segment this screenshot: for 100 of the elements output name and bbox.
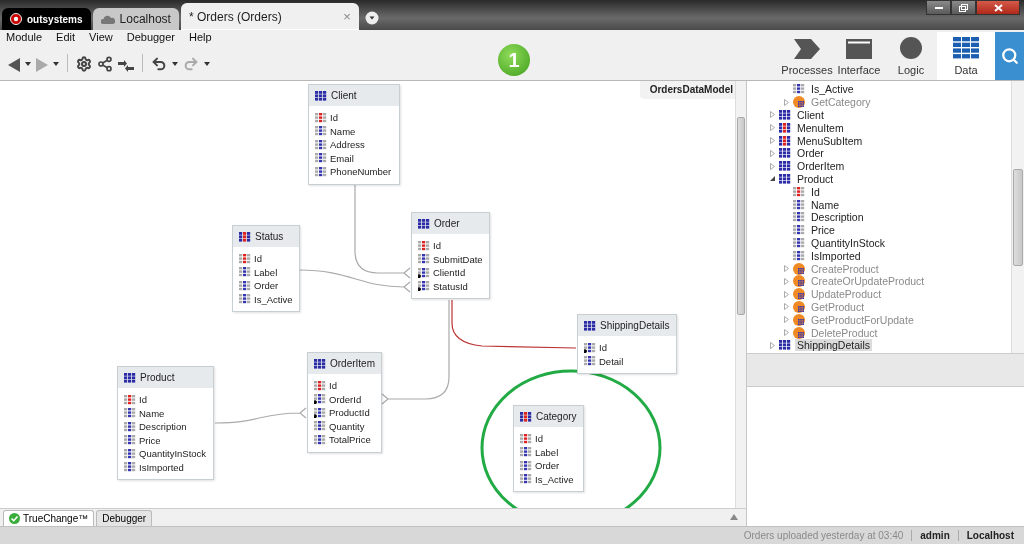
scrollbar[interactable]: [1011, 81, 1024, 353]
chevron-icon: [794, 39, 820, 59]
redo-icon[interactable]: [183, 56, 199, 72]
tree-item[interactable]: GetCategory: [809, 96, 873, 109]
entity-icon: [779, 161, 791, 172]
expand-panel-icon[interactable]: [730, 514, 738, 520]
field-name: Id: [433, 240, 441, 252]
check-icon: [9, 513, 20, 524]
back-icon[interactable]: [8, 58, 20, 72]
entity-icon: [779, 173, 791, 184]
settings-icon[interactable]: [76, 56, 92, 72]
window-tab[interactable]: outsystems: [2, 8, 91, 30]
attribute-icon: [793, 237, 805, 248]
entity-card[interactable]: Order Id SubmitDate ClientId StatusId: [411, 212, 490, 299]
panel-tab[interactable]: TrueChange™: [3, 510, 95, 526]
tree-item[interactable]: CreateOrUpdateProduct: [809, 275, 927, 288]
entity-name: OrderItem: [330, 358, 375, 369]
entity-card[interactable]: OrderItem Id OrderId ProductId Quantity TotalPrice: [307, 352, 382, 453]
key-field-icon: [520, 433, 532, 444]
tree-item[interactable]: ShippingDetails: [795, 339, 872, 352]
field-name: TotalPrice: [329, 434, 371, 446]
attribute-icon: [793, 212, 805, 223]
entity-name: Order: [434, 218, 460, 229]
key-field-icon: [314, 380, 326, 391]
tree-item[interactable]: Description: [809, 211, 866, 224]
entity-card[interactable]: Category Id Label Order Is_Active: [513, 405, 584, 492]
attribute-icon: [793, 84, 805, 95]
tree-item[interactable]: Id: [809, 185, 822, 198]
forward-icon[interactable]: [36, 58, 48, 72]
attribute-icon: [793, 250, 805, 261]
entity-icon: [779, 110, 791, 120]
nav-tab[interactable]: Data: [937, 32, 995, 80]
diagram-title: OrdersDataModel: [639, 81, 735, 99]
field-name: Id: [329, 380, 337, 392]
tree-item[interactable]: GetProduct: [809, 300, 867, 313]
menu-item[interactable]: Module: [6, 31, 43, 46]
entity-card[interactable]: Status Id Label Order Is_Active: [232, 225, 300, 312]
tree-item[interactable]: Price: [809, 224, 837, 237]
tree-item[interactable]: CreateProduct: [809, 262, 881, 275]
tree-item[interactable]: Client: [795, 109, 826, 121]
entity-card[interactable]: ShippingDetails Id Detail: [577, 314, 677, 374]
tab-menu-icon[interactable]: [364, 11, 379, 25]
nav-tab[interactable]: Logic: [885, 32, 937, 80]
window-tab[interactable]: * Orders (Orders) ×: [180, 3, 359, 30]
field-name: Is_Active: [535, 473, 574, 485]
attribute-icon: [315, 126, 327, 137]
entity-card[interactable]: Client Id Name Address Email PhoneNumber: [308, 84, 400, 185]
menu-item[interactable]: Debugger: [126, 31, 176, 46]
tree-item[interactable]: OrderItem: [795, 160, 847, 173]
close-button[interactable]: [976, 0, 1020, 15]
tree-item[interactable]: GetProductForUpdate: [809, 313, 916, 326]
entity-card[interactable]: Product Id Name Description Price QuantityInStock IsImported: [117, 366, 214, 480]
tree-item[interactable]: MenuItem: [795, 121, 846, 134]
window-tab[interactable]: Localhost: [92, 8, 179, 30]
status-message: Orders uploaded yesterday at 03:40: [742, 530, 904, 541]
expand-arrow-icon[interactable]: [769, 175, 776, 183]
tree-item[interactable]: DeleteProduct: [809, 326, 880, 339]
tree-item[interactable]: Order: [795, 147, 826, 160]
scrollbar[interactable]: [735, 81, 746, 508]
field-name: ClientId: [433, 267, 466, 279]
entity-icon: [779, 340, 791, 351]
key-field-icon: [418, 240, 430, 251]
field-name: QuantityInStock: [139, 448, 207, 460]
tree-item[interactable]: UpdateProduct: [809, 288, 884, 301]
caret-icon[interactable]: [172, 62, 178, 66]
maximize-button[interactable]: [951, 0, 976, 15]
entity-name: Status: [255, 231, 284, 242]
attribute-icon: [315, 139, 327, 150]
nav-tab[interactable]: Processes: [781, 32, 833, 80]
nav-tab[interactable]: Interface: [833, 32, 885, 80]
tree-item[interactable]: MenuSubItem: [795, 134, 865, 147]
caret-icon[interactable]: [25, 62, 31, 66]
menu-item[interactable]: View: [89, 31, 113, 46]
tree-item[interactable]: Is_Active: [809, 83, 856, 96]
nodes-icon[interactable]: [97, 56, 113, 72]
field-name: Id: [599, 342, 607, 354]
field-name: IsImported: [139, 461, 184, 473]
tree-item[interactable]: QuantityInStock: [809, 236, 888, 249]
attribute-icon: [124, 435, 136, 446]
caret-icon[interactable]: [53, 62, 59, 66]
foreign-key-icon: [314, 394, 326, 405]
tree-item[interactable]: Name: [809, 198, 841, 211]
caret-icon[interactable]: [204, 62, 210, 66]
menu-item[interactable]: Edit: [56, 31, 76, 46]
panel-tab[interactable]: Debugger: [96, 510, 153, 526]
entity-icon: [779, 122, 791, 133]
foreign-key-icon: [418, 267, 430, 278]
minimize-button[interactable]: [926, 0, 951, 15]
search-button[interactable]: [995, 32, 1024, 80]
field-name: Label: [254, 266, 278, 278]
field-name: Order: [535, 460, 560, 472]
attribute-icon: [520, 447, 532, 458]
menu-item[interactable]: Help: [189, 31, 212, 46]
entity-icon: [779, 148, 791, 159]
undo-icon[interactable]: [151, 56, 167, 72]
field-name: StatusId: [433, 280, 468, 292]
arrows-icon[interactable]: [118, 60, 134, 72]
tree-item[interactable]: IsImported: [809, 249, 863, 262]
action-icon: [793, 300, 805, 313]
tree-item[interactable]: Product: [795, 172, 836, 185]
